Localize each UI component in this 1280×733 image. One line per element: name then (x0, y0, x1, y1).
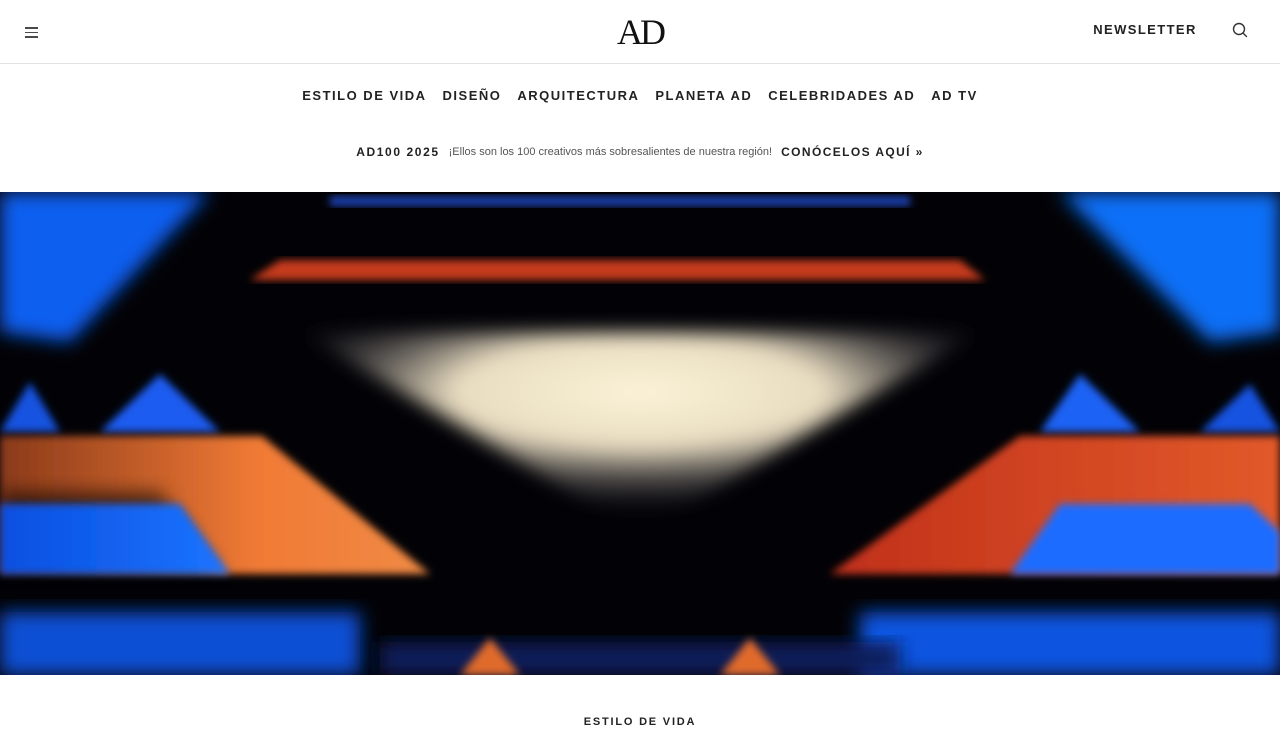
article-category[interactable]: ESTILO DE VIDA (0, 712, 1280, 732)
nav-item-planeta-ad[interactable]: PLANETA AD (655, 84, 752, 108)
hamburger-menu-icon[interactable] (24, 24, 40, 40)
nav-item-celebridades-ad[interactable]: CELEBRIDADES AD (768, 84, 915, 108)
newsletter-link[interactable]: NEWSLETTER (1082, 20, 1208, 40)
nav-item-estilo-de-vida[interactable]: ESTILO DE VIDA (302, 84, 426, 108)
nav-item-ad-tv[interactable]: AD TV (931, 84, 978, 108)
site-logo[interactable]: AD (600, 12, 680, 52)
promo-label: AD100 2025 (356, 145, 440, 159)
promo-link[interactable]: CONÓCELOS AQUÍ » (781, 145, 924, 159)
promo-banner: AD100 2025 ¡Ellos son los 100 creativos … (0, 140, 1280, 164)
hero-image[interactable] (0, 192, 1280, 675)
search-icon[interactable] (1230, 20, 1250, 40)
site-header: AD NEWSLETTER (0, 0, 1280, 64)
promo-text: ¡Ellos son los 100 creativos más sobresa… (448, 146, 773, 158)
nav-item-arquitectura[interactable]: ARQUITECTURA (517, 84, 639, 108)
nav-item-diseno[interactable]: DISEÑO (443, 84, 502, 108)
main-nav: ESTILO DE VIDA DISEÑO ARQUITECTURA PLANE… (0, 84, 1280, 108)
